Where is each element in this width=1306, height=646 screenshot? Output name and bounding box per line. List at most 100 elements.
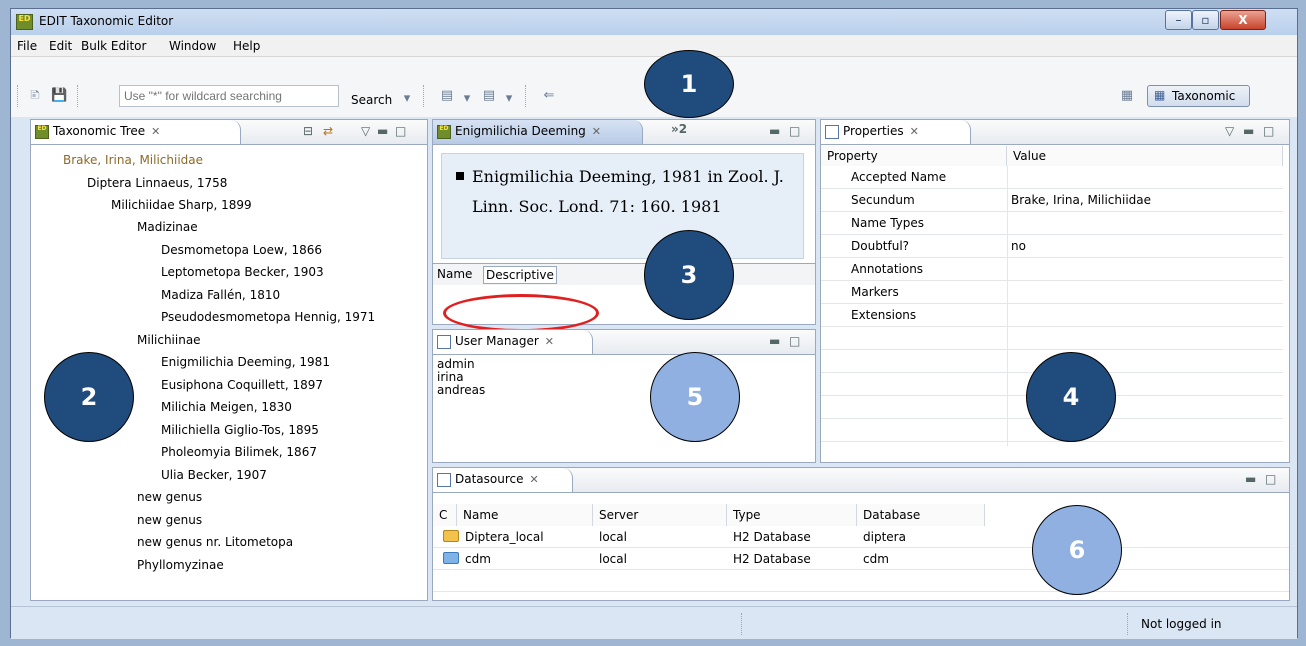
column-header-name[interactable]: Name [457, 504, 593, 526]
tree-item[interactable]: Enigmilichia Deeming, 1981 [161, 355, 330, 369]
menu-help[interactable]: Help [233, 39, 260, 53]
table-icon [825, 125, 839, 139]
close-tab-icon[interactable]: ✕ [592, 125, 601, 138]
back-arrow-icon[interactable]: ⇐ [541, 88, 557, 104]
view-menu-icon[interactable]: ▽ [361, 124, 370, 138]
name-editor-view: ED Enigmilichia Deeming ✕ »2 ▬ □ Enigmili… [432, 119, 816, 325]
toolbar-separator [77, 85, 78, 107]
minimize-view-icon[interactable]: ▬ [769, 334, 780, 348]
table-row[interactable]: Annotations [821, 258, 1283, 281]
tab-enigmilichia-deeming[interactable]: ED Enigmilichia Deeming ✕ [433, 120, 643, 144]
table-row[interactable]: Name Types [821, 212, 1283, 235]
maximize-view-icon[interactable]: □ [1265, 472, 1276, 486]
save-icon[interactable]: 💾 [51, 88, 67, 104]
close-tab-icon[interactable]: ✕ [545, 335, 554, 348]
maximize-view-icon[interactable]: □ [789, 124, 800, 138]
minimize-button[interactable]: – [1165, 10, 1192, 30]
property-value[interactable]: Brake, Irina, Milichiidae [1011, 193, 1151, 207]
new-taxon-dropdown-icon[interactable]: ▾ [459, 91, 475, 107]
tab-label: Enigmilichia Deeming [455, 124, 586, 138]
menu-edit[interactable]: Edit [49, 39, 72, 53]
toolbar-separator [17, 85, 18, 107]
menu-file[interactable]: File [17, 39, 37, 53]
column-header-database[interactable]: Database [857, 504, 985, 526]
list-item[interactable]: andreas [437, 384, 485, 397]
new-name-icon[interactable]: ▤ [481, 88, 497, 104]
table-row[interactable]: cdm local H2 Database cdm [433, 548, 1289, 570]
tab-user-manager[interactable]: User Manager ✕ [433, 330, 593, 354]
tree-item[interactable]: Eusiphona Coquillett, 1897 [161, 378, 323, 392]
name-edit-area[interactable]: Enigmilichia Deeming, 1981 in Zool. J. L… [441, 153, 804, 259]
close-tab-icon[interactable]: ✕ [530, 473, 539, 486]
table-row[interactable]: Markers [821, 281, 1283, 304]
open-perspective-icon[interactable]: ▦ [1119, 88, 1135, 104]
minimize-view-icon[interactable]: ▬ [769, 124, 780, 138]
search-input[interactable] [119, 85, 339, 107]
column-header-type[interactable]: Type [727, 504, 857, 526]
maximize-view-icon[interactable]: □ [1263, 124, 1274, 138]
property-value[interactable]: no [1011, 239, 1026, 253]
menu-window[interactable]: Window [169, 39, 216, 53]
maximize-view-icon[interactable]: □ [395, 124, 406, 138]
tree-item[interactable]: new genus [137, 490, 202, 504]
datasource-name: cdm [465, 552, 491, 566]
minimize-view-icon[interactable]: ▬ [1243, 124, 1254, 138]
menu-bulk-editor[interactable]: Bulk Editor [81, 39, 146, 53]
tree-item[interactable]: Pseudodesmometopa Hennig, 1971 [161, 310, 375, 324]
datasource-type: H2 Database [733, 552, 811, 566]
tree-item[interactable]: Desmometopa Loew, 1866 [161, 243, 322, 257]
new-taxon-icon[interactable]: ▤ [439, 88, 455, 104]
search-dropdown-icon[interactable]: ▾ [399, 91, 415, 107]
tree-item[interactable]: Pholeomyia Bilimek, 1867 [161, 445, 317, 459]
new-file-icon[interactable]: 🗈 [27, 88, 43, 104]
minimize-view-icon[interactable]: ▬ [377, 124, 388, 138]
table-row[interactable]: Doubtful? no [821, 235, 1283, 258]
tree-item[interactable]: Phyllomyzinae [137, 558, 224, 572]
close-button[interactable]: X [1220, 10, 1266, 30]
tab-name[interactable]: Name [435, 266, 474, 282]
maximize-view-icon[interactable]: □ [789, 334, 800, 348]
login-status: Not logged in [1141, 617, 1222, 631]
tab-label: Taxonomic Tree [53, 124, 146, 138]
tree-item[interactable]: Diptera Linnaeus, 1758 [87, 176, 227, 190]
close-tab-icon[interactable]: ✕ [151, 125, 160, 138]
tree-item[interactable]: Madizinae [137, 220, 198, 234]
tree-item[interactable]: Ulia Becker, 1907 [161, 468, 267, 482]
callout-6: 6 [1032, 505, 1122, 595]
tree-item[interactable]: Milichiella Giglio-Tos, 1895 [161, 423, 319, 437]
datasource-table: C Name Server Type Database Diptera_loca… [433, 504, 1289, 600]
tab-descriptive[interactable]: Descriptive [483, 266, 557, 284]
tree-item[interactable]: new genus [137, 513, 202, 527]
user-manager-view: User Manager ✕ ▬ □ admin irina andreas [432, 329, 816, 463]
column-header-c[interactable]: C [433, 504, 457, 526]
column-header-value[interactable]: Value [1007, 146, 1283, 166]
tree-item[interactable]: Milichia Meigen, 1830 [161, 400, 292, 414]
column-header-server[interactable]: Server [593, 504, 727, 526]
view-menu-icon[interactable]: ▽ [1225, 124, 1234, 138]
perspective-taxonomic-button[interactable]: ▦ Taxonomic [1147, 85, 1250, 107]
table-row[interactable]: Diptera_local local H2 Database diptera [433, 526, 1289, 548]
search-button[interactable]: Search [351, 93, 392, 107]
tree-item[interactable]: new genus nr. Litometopa [137, 535, 293, 549]
collapse-all-icon[interactable]: ⊟ [303, 124, 313, 138]
accepted-name-text[interactable]: Enigmilichia Deeming, 1981 in Zool. J. L… [472, 162, 792, 222]
tree-item[interactable]: Brake, Irina, Milichiidae [63, 153, 203, 167]
close-tab-icon[interactable]: ✕ [910, 125, 919, 138]
new-name-dropdown-icon[interactable]: ▾ [501, 91, 517, 107]
tree-item[interactable]: Madiza Fallén, 1810 [161, 288, 280, 302]
tab-datasource[interactable]: Datasource ✕ [433, 468, 573, 492]
tree-item[interactable]: Milichiidae Sharp, 1899 [111, 198, 252, 212]
table-row[interactable]: Extensions [821, 304, 1283, 327]
tree-item[interactable]: Leptometopa Becker, 1903 [161, 265, 324, 279]
table-row[interactable]: Accepted Name [821, 166, 1283, 189]
column-header-property[interactable]: Property [821, 146, 1007, 166]
datasource-database: cdm [863, 552, 889, 566]
minimize-view-icon[interactable]: ▬ [1245, 472, 1256, 486]
maximize-button[interactable]: ▫ [1192, 10, 1219, 30]
table-row[interactable]: Secundum Brake, Irina, Milichiidae [821, 189, 1283, 212]
tab-taxonomic-tree[interactable]: ED Taxonomic Tree ✕ [31, 120, 241, 144]
editor-overflow-indicator[interactable]: »2 [671, 122, 687, 136]
link-editor-icon[interactable]: ⇄ [323, 124, 333, 138]
tab-properties[interactable]: Properties ✕ [821, 120, 971, 144]
tree-item[interactable]: Milichiinae [137, 333, 201, 347]
